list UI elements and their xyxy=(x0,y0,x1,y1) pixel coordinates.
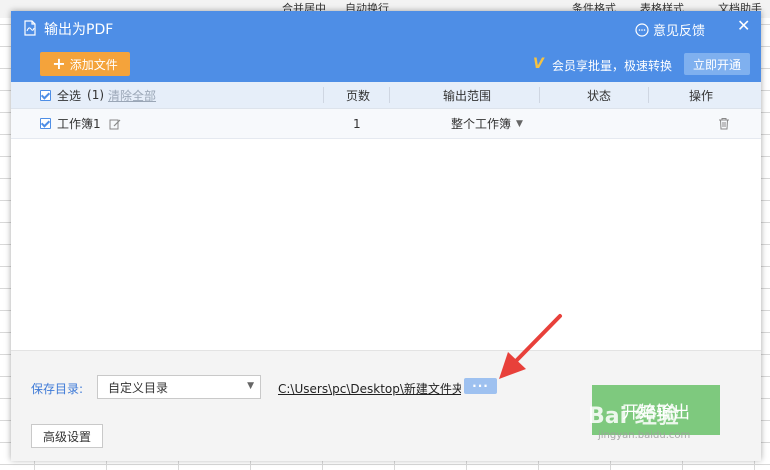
browse-button[interactable]: ··· xyxy=(464,378,497,394)
select-all-checkbox[interactable] xyxy=(40,89,51,101)
chat-bubble-icon xyxy=(635,22,649,37)
range-value: 整个工作簿 xyxy=(451,117,512,131)
range-select[interactable]: 整个工作簿 ▼ xyxy=(451,109,523,138)
col-header-range: 输出范围 xyxy=(443,88,492,103)
file-count: (1) xyxy=(87,88,105,102)
col-header-status: 状态 xyxy=(587,88,612,103)
vip-badge-icon: V xyxy=(533,56,544,72)
baidu-watermark-url: jingyan.baidu.com xyxy=(598,430,691,441)
col-header-pages: 页数 xyxy=(346,88,371,103)
save-dir-select[interactable]: 自定义目录 ▼ xyxy=(97,375,261,399)
vip-promo-text: 会员享批量，极速转换 xyxy=(552,59,673,73)
column-divider xyxy=(389,87,390,103)
file-name-cell: 工作簿1 xyxy=(40,109,121,138)
delete-action[interactable] xyxy=(718,109,730,138)
page-count: 1 xyxy=(353,116,361,131)
pdf-file-icon xyxy=(24,20,36,36)
dialog-title: 输出为PDF xyxy=(44,22,114,38)
close-icon[interactable]: ✕ xyxy=(737,16,750,35)
dialog-header: 输出为PDF 意见反馈 ✕ + 添加文件 V 会员享批量，极速转换 立即开通 xyxy=(11,11,761,82)
plus-icon: + xyxy=(52,54,66,73)
clear-all-link[interactable]: 清除全部 xyxy=(108,87,156,104)
column-divider xyxy=(539,87,540,103)
chevron-down-icon: ▼ xyxy=(247,381,254,391)
edit-icon[interactable] xyxy=(109,118,121,130)
select-all-group: 全选 (1) 清除全部 xyxy=(40,82,156,108)
col-header-actions: 操作 xyxy=(689,88,714,103)
save-dir-label: 保存目录: xyxy=(31,382,84,396)
open-vip-button[interactable]: 立即开通 xyxy=(684,53,750,75)
table-row: 工作簿1 1 整个工作簿 ▼ xyxy=(11,109,761,139)
save-path-link[interactable]: C:\Users\pc\Desktop\新建文件夹 xyxy=(278,380,461,397)
chevron-down-icon: ▼ xyxy=(516,118,523,129)
add-file-button[interactable]: + 添加文件 xyxy=(40,52,130,76)
advanced-settings-button[interactable]: 高级设置 xyxy=(31,424,103,448)
file-name: 工作簿1 xyxy=(57,117,101,131)
export-pdf-dialog: 输出为PDF 意见反馈 ✕ + 添加文件 V 会员享批量，极速转换 立即开通 全… xyxy=(11,11,761,461)
save-dir-value: 自定义目录 xyxy=(108,380,169,395)
select-all-label[interactable]: 全选 xyxy=(57,87,81,104)
add-file-label: 添加文件 xyxy=(69,57,118,72)
column-divider xyxy=(323,87,324,103)
row-checkbox[interactable] xyxy=(40,118,51,129)
trash-icon[interactable] xyxy=(718,117,730,130)
feedback-link[interactable]: 意见反馈 xyxy=(635,20,705,39)
file-table-header: 全选 (1) 清除全部 页数 输出范围 状态 操作 xyxy=(11,82,761,109)
baidu-watermark: Bai 经验 xyxy=(588,404,679,429)
column-divider xyxy=(648,87,649,103)
feedback-label: 意见反馈 xyxy=(653,24,706,39)
